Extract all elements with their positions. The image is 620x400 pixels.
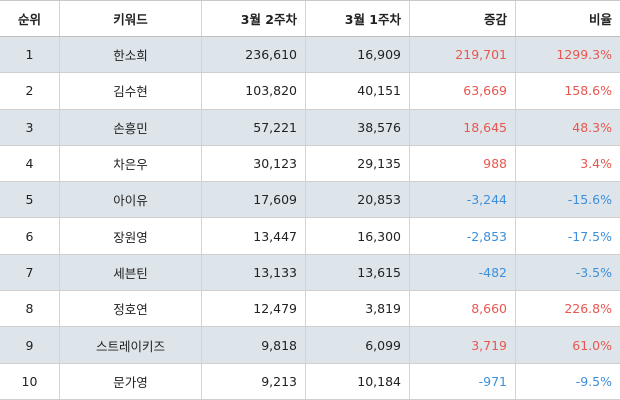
ratio-cell: 226.8% — [564, 301, 612, 317]
ratio-cell: -3.5% — [575, 264, 612, 280]
rank-cell: 5 — [0, 182, 60, 218]
keyword-cell: 문가영 — [60, 363, 202, 399]
week2-cell: 236,610 — [202, 37, 306, 73]
change-cell: -2,853 — [410, 218, 516, 254]
change-cell: 3,719 — [410, 327, 516, 363]
header-week1: 3월 1주차 — [306, 1, 410, 36]
rank-cell: 1 — [0, 37, 60, 73]
rank-cell: 10 — [0, 363, 60, 399]
week2-cell: 9,213 — [202, 363, 306, 399]
week2-cell: 12,479 — [202, 291, 306, 327]
week2-cell: 13,133 — [202, 254, 306, 291]
week1-cell: 38,576 — [306, 109, 410, 145]
week2-cell: 30,123 — [202, 145, 306, 182]
ratio-cell: -15.6% — [567, 192, 612, 208]
keyword-cell: 정호연 — [60, 291, 202, 327]
table-row: 10 문가영 9,213 10,184 -971 -9.5% — [0, 363, 620, 400]
keyword-cell: 세븐틴 — [60, 254, 202, 291]
keyword-cell: 아이유 — [60, 182, 202, 218]
table-row: 9 스트레이키즈 9,818 6,099 3,719 61.0% — [0, 327, 620, 364]
ratio-cell: -17.5% — [567, 228, 612, 244]
week1-cell: 10,184 — [306, 363, 410, 399]
change-cell: -971 — [410, 363, 516, 399]
keyword-ranking-table: 순위 키워드 3월 2주차 3월 1주차 증감 비율 1 한소희 236,610… — [0, 0, 620, 400]
week1-cell: 3,819 — [306, 291, 410, 327]
keyword-cell: 김수현 — [60, 73, 202, 109]
week1-cell: 16,909 — [306, 37, 410, 73]
table-header-row: 순위 키워드 3월 2주차 3월 1주차 증감 비율 — [0, 1, 620, 37]
week2-cell: 9,818 — [202, 327, 306, 363]
week1-cell: 6,099 — [306, 327, 410, 363]
table-row: 1 한소희 236,610 16,909 219,701 1299.3% — [0, 37, 620, 74]
table-row: 8 정호연 12,479 3,819 8,660 226.8% — [0, 291, 620, 328]
keyword-cell: 스트레이키즈 — [60, 327, 202, 363]
rank-cell: 9 — [0, 327, 60, 363]
table-row: 7 세븐틴 13,133 13,615 -482 -3.5% — [0, 254, 620, 292]
table-row: 4 차은우 30,123 29,135 988 3.4% — [0, 145, 620, 183]
header-rank: 순위 — [0, 1, 60, 36]
change-cell: 63,669 — [410, 73, 516, 109]
week1-cell: 13,615 — [306, 254, 410, 291]
change-cell: 219,701 — [410, 37, 516, 73]
rank-cell: 6 — [0, 218, 60, 254]
week1-cell: 40,151 — [306, 73, 410, 109]
week1-cell: 16,300 — [306, 218, 410, 254]
rank-cell: 7 — [0, 254, 60, 291]
change-cell: -3,244 — [410, 182, 516, 218]
ratio-cell: -9.5% — [575, 373, 612, 389]
rank-cell: 3 — [0, 109, 60, 145]
table-row: 6 장원영 13,447 16,300 -2,853 -17.5% — [0, 218, 620, 255]
ratio-cell: 3.4% — [580, 156, 612, 172]
table-row: 3 손흥민 57,221 38,576 18,645 48.3% — [0, 109, 620, 146]
keyword-cell: 한소희 — [60, 37, 202, 73]
rank-cell: 2 — [0, 73, 60, 109]
header-ratio: 비율 — [588, 12, 612, 27]
header-change: 증감 — [410, 1, 516, 36]
week2-cell: 57,221 — [202, 109, 306, 145]
header-week2: 3월 2주차 — [202, 1, 306, 36]
week1-cell: 20,853 — [306, 182, 410, 218]
ratio-cell: 61.0% — [572, 337, 612, 353]
week2-cell: 103,820 — [202, 73, 306, 109]
table-row: 5 아이유 17,609 20,853 -3,244 -15.6% — [0, 182, 620, 219]
ratio-cell: 48.3% — [572, 119, 612, 135]
keyword-cell: 손흥민 — [60, 109, 202, 145]
header-keyword: 키워드 — [60, 1, 202, 36]
ratio-cell: 1299.3% — [556, 47, 612, 63]
rank-cell: 4 — [0, 145, 60, 182]
week2-cell: 17,609 — [202, 182, 306, 218]
change-cell: 8,660 — [410, 291, 516, 327]
change-cell: 988 — [410, 145, 516, 182]
week2-cell: 13,447 — [202, 218, 306, 254]
change-cell: -482 — [410, 254, 516, 291]
ratio-cell: 158.6% — [564, 83, 612, 99]
week1-cell: 29,135 — [306, 145, 410, 182]
rank-cell: 8 — [0, 291, 60, 327]
change-cell: 18,645 — [410, 109, 516, 145]
keyword-cell: 장원영 — [60, 218, 202, 254]
keyword-cell: 차은우 — [60, 145, 202, 182]
table-row: 2 김수현 103,820 40,151 63,669 158.6% — [0, 73, 620, 110]
